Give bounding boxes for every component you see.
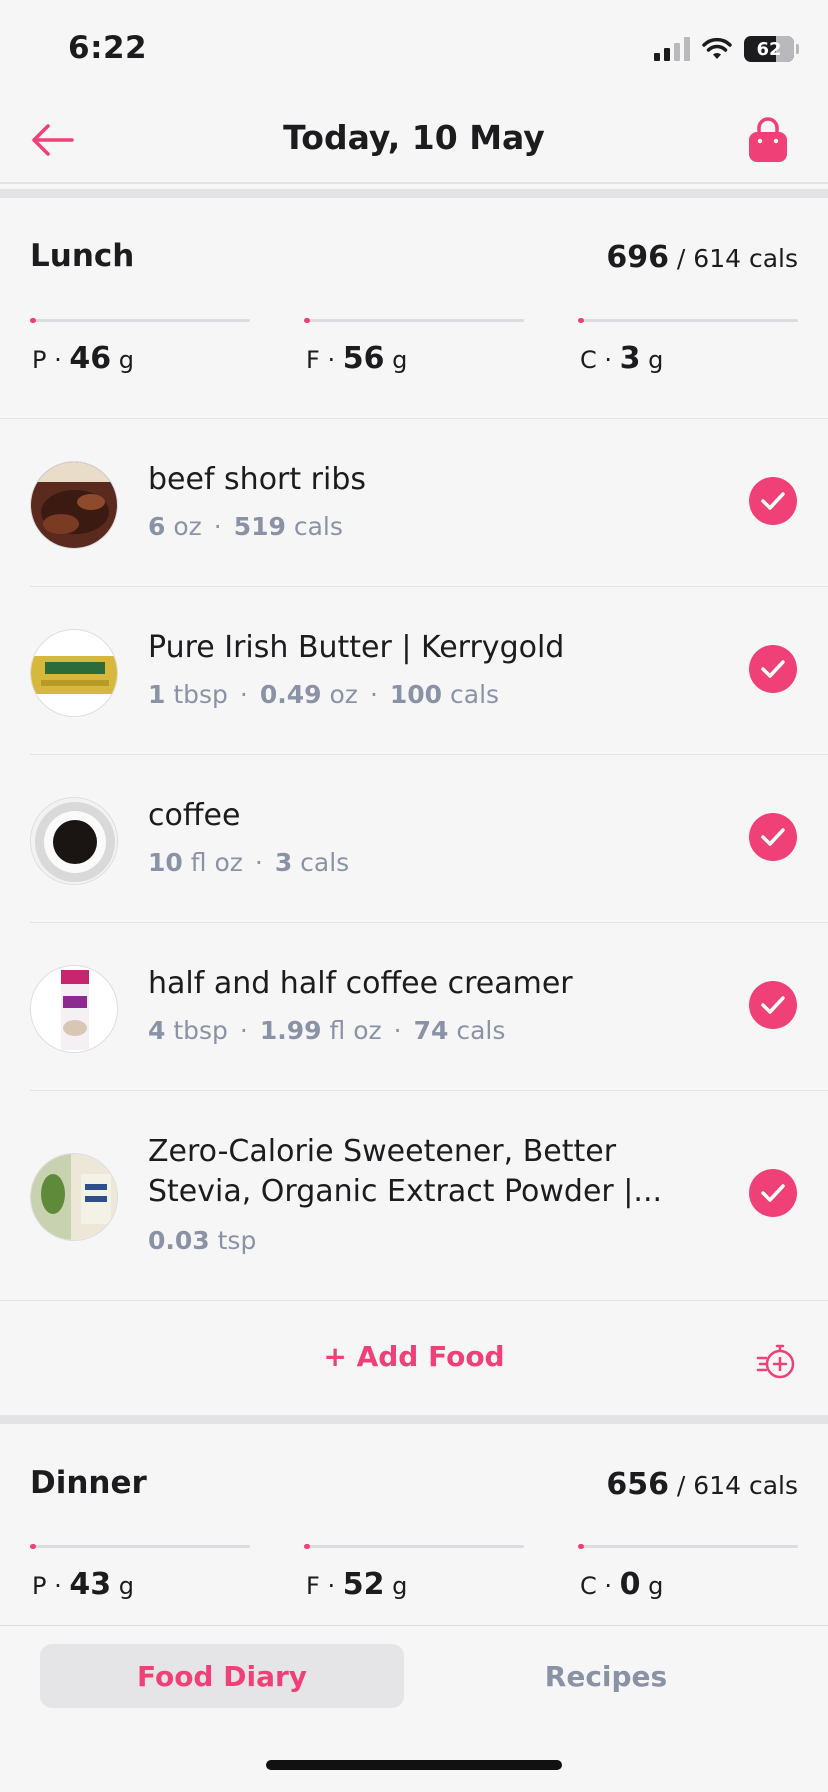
food-name: beef short ribs [148,462,367,497]
coffee-cup-thumb [30,797,118,885]
add-food-button[interactable]: + Add Food [0,1340,828,1373]
food-meta: 6 oz · 519 cals [148,512,343,541]
food-name: half and half coffee creamer [148,966,573,1001]
divider [0,1300,828,1301]
beef-short-ribs-thumb [30,461,118,549]
status-time: 6:22 [68,30,148,66]
meal-title: Lunch [30,238,135,274]
calories-target: / 614 cals [676,1471,798,1500]
meal-title: Dinner [30,1465,147,1501]
calories-target: / 614 cals [676,244,798,273]
stevia-package-thumb [30,1153,118,1241]
checkmark-icon[interactable] [749,645,797,693]
header: Today, 10 May [0,96,828,184]
tab-food-diary[interactable]: Food Diary [40,1644,404,1708]
food-item-stevia-sweetener[interactable]: Zero-Calorie Sweetener, Better Stevia, O… [0,1090,828,1300]
checkmark-icon[interactable] [749,1169,797,1217]
checkmark-icon[interactable] [749,477,797,525]
shopping-bag-icon[interactable] [746,116,790,164]
battery-icon: 62 [744,36,799,62]
kerrygold-butter-thumb [30,629,118,717]
status-bar: 6:22 62 [0,0,828,96]
food-meta: 0.03 tsp [148,1226,257,1255]
section-divider [0,1415,828,1424]
food-meta: 10 fl oz · 3 cals [148,848,350,877]
food-meta: 1 tbsp · 0.49 oz · 100 cals [148,680,500,709]
food-meta: 4 tbsp · 1.99 fl oz · 74 cals [148,1016,506,1045]
checkmark-icon[interactable] [749,981,797,1029]
status-icons: 62 [654,34,799,64]
battery-level: 62 [756,38,782,60]
page-title: Today, 10 May [283,118,545,157]
home-indicator[interactable] [266,1760,562,1770]
food-name: coffee [148,798,241,833]
cellular-signal-icon [654,37,690,61]
creamer-carton-thumb [30,965,118,1053]
food-name: Zero-Calorie Sweetener, Better Stevia, O… [148,1134,663,1209]
wifi-icon [702,37,732,59]
calories-eaten: 696 [606,240,669,275]
food-item-kerrygold-butter[interactable]: Pure Irish Butter | Kerrygold 1 tbsp · 0.4… [0,586,828,754]
calories-eaten: 656 [606,1467,669,1502]
food-item-beef-short-ribs[interactable]: beef short ribs 6 oz · 519 cals [0,418,828,586]
quick-add-timer-icon[interactable] [756,1340,798,1382]
tab-recipes[interactable]: Recipes [424,1644,788,1708]
section-divider [0,189,828,198]
food-item-coffee[interactable]: coffee 10 fl oz · 3 cals [0,754,828,922]
checkmark-icon[interactable] [749,813,797,861]
meal-calories: 696 / 614 cals [606,240,798,275]
food-item-half-and-half[interactable]: half and half coffee creamer 4 tbsp · 1.99… [0,922,828,1090]
meal-calories: 656 / 614 cals [606,1467,798,1502]
food-name: Pure Irish Butter | Kerrygold [148,630,565,665]
